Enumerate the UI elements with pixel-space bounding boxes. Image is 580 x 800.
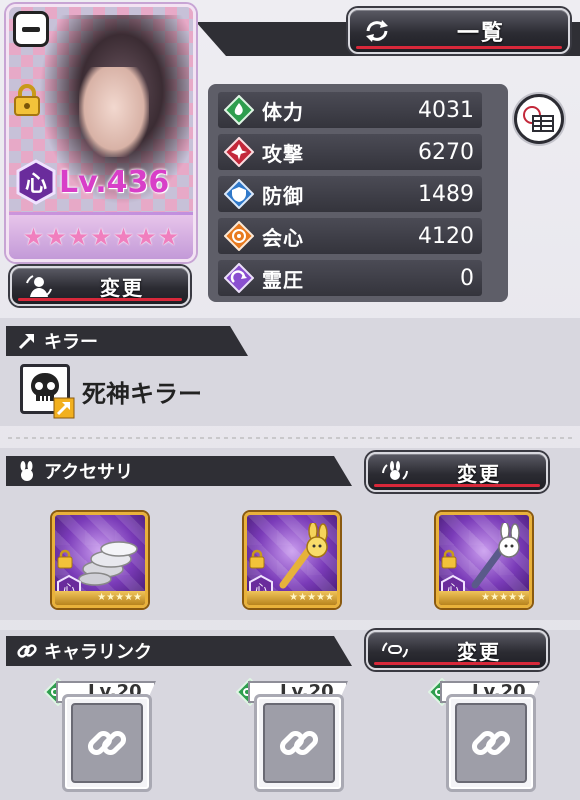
chain-link-icon	[87, 730, 127, 756]
stat-label: 攻撃	[262, 141, 304, 166]
accessory-section-header: アクセサリ	[6, 456, 352, 486]
stat-value: 4120	[418, 223, 474, 249]
lock-icon	[249, 549, 265, 569]
link-swap-icon	[378, 637, 412, 663]
accessory-change-label: 変更	[457, 461, 501, 486]
star-icon: ★	[90, 223, 112, 251]
rarity-stars: ★★★★★	[55, 591, 145, 605]
stat-label: 体力	[262, 99, 304, 124]
rabbit-wand-icon	[471, 523, 520, 589]
accessory-item[interactable]: 心 ★★★★★	[244, 512, 340, 608]
accessory-change-button[interactable]: 変更	[366, 452, 548, 492]
stat-value: 4031	[418, 97, 474, 123]
killer-name: 死神キラー	[82, 380, 202, 408]
accessory-section-title: アクセサリ	[44, 462, 134, 483]
accessory-item[interactable]: 心 ★★★★★	[52, 512, 148, 608]
chain-link-icon	[16, 640, 38, 662]
character-level: Lv.436	[59, 165, 170, 200]
character-change-button[interactable]: 変更	[10, 266, 190, 306]
killer-section-header: キラー	[6, 326, 248, 356]
attribute-heart-icon: 心	[15, 159, 57, 205]
rarity-stars: ★ ★ ★ ★ ★ ★ ★	[9, 215, 193, 259]
divider	[6, 437, 574, 439]
rarity-stars: ★★★★★	[247, 591, 337, 605]
chara-link-section-title: キャラリンク	[44, 642, 152, 663]
chara-link-slot[interactable]	[254, 694, 344, 792]
remove-icon[interactable]	[13, 11, 49, 47]
hp-icon	[224, 95, 254, 125]
star-icon: ★	[22, 223, 45, 251]
swap-character-icon	[22, 273, 56, 299]
star-icon: ★	[67, 223, 90, 251]
chara-link-slot[interactable]	[62, 694, 152, 792]
lock-icon	[57, 549, 73, 569]
chara-link-slot[interactable]	[446, 694, 536, 792]
spirit-icon	[224, 263, 254, 293]
coins-icon	[78, 541, 138, 586]
rabbit-wand-icon	[279, 523, 328, 589]
stat-row-defense: 防御 1489	[218, 176, 482, 212]
stat-row-spirit: 霊圧 0	[218, 260, 482, 296]
star-icon: ★	[157, 223, 180, 251]
stat-label: 霊圧	[262, 267, 304, 292]
character-change-label: 変更	[100, 275, 144, 300]
chain-link-icon	[279, 730, 319, 756]
killer-section-title: キラー	[44, 332, 98, 353]
refresh-icon	[360, 18, 394, 44]
star-icon: ★	[135, 223, 157, 251]
chara-link-change-label: 変更	[457, 639, 501, 664]
skull-icon[interactable]	[20, 364, 75, 419]
stat-row-hp: 体力 4031	[218, 92, 482, 128]
rarity-stars: ★★★★★	[439, 591, 529, 605]
stat-row-attack: 攻撃 6270	[218, 134, 482, 170]
stat-table-icon	[523, 106, 554, 132]
list-button[interactable]: 一覧	[348, 8, 570, 54]
lock-icon	[441, 549, 457, 569]
stats-panel: 体力 4031 攻撃 6270 防御 1489 会心 4120 霊圧 0	[208, 84, 508, 302]
attribute-label: 心	[24, 172, 47, 197]
stat-row-critical: 会心 4120	[218, 218, 482, 254]
star-icon: ★	[112, 223, 135, 251]
attack-icon	[224, 137, 254, 167]
stat-value: 6270	[418, 139, 474, 165]
chara-link-change-button[interactable]: 変更	[366, 630, 548, 670]
lock-icon	[14, 84, 40, 116]
accessory-item[interactable]: 心 ★★★★★	[436, 512, 532, 608]
rabbit-icon	[16, 460, 38, 482]
stat-value: 1489	[418, 181, 474, 207]
list-button-label: 一覧	[456, 21, 505, 46]
defense-icon	[224, 179, 254, 209]
stat-value: 0	[460, 265, 474, 291]
star-icon: ★	[45, 223, 67, 251]
character-card[interactable]: 心 Lv.436 ★ ★ ★ ★ ★ ★ ★	[6, 4, 196, 262]
stat-label: 防御	[262, 183, 304, 208]
chara-link-section-header: キャラリンク	[6, 636, 352, 666]
killer-arrow-badge-icon	[53, 397, 75, 419]
chain-link-icon	[471, 730, 511, 756]
stat-detail-button[interactable]	[514, 94, 564, 144]
critical-icon	[224, 221, 254, 251]
arrow-icon	[16, 330, 38, 352]
stat-label: 会心	[262, 225, 304, 250]
rabbit-swap-icon	[378, 459, 412, 485]
